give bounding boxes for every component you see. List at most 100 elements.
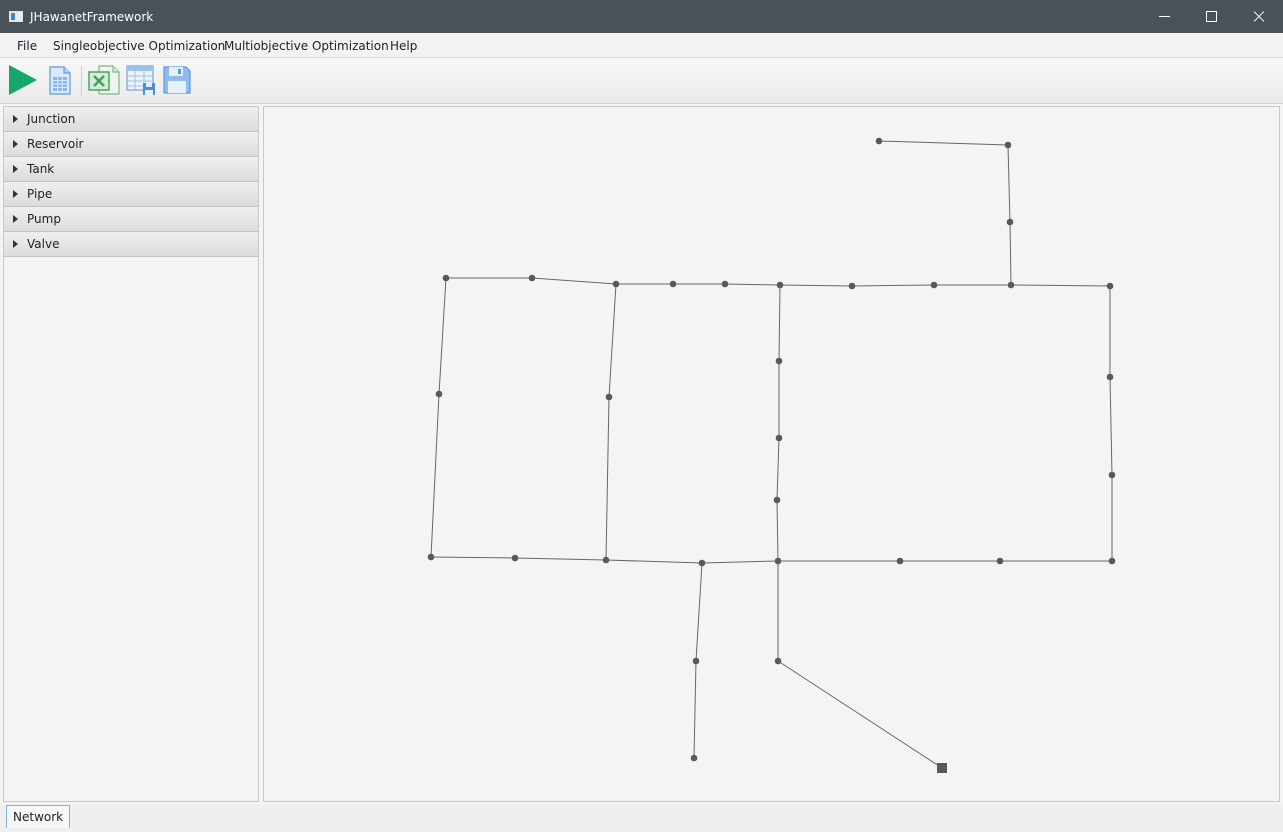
- toolbar-separator: [81, 66, 82, 96]
- junction-node[interactable]: [1004, 141, 1012, 149]
- junction-node[interactable]: [698, 559, 706, 567]
- pipe-link[interactable]: [430, 393, 440, 558]
- junction-node[interactable]: [511, 554, 519, 562]
- menu-singleobjective-optimization[interactable]: Singleobjective Optimization: [53, 39, 225, 53]
- chevron-right-icon: [13, 215, 18, 223]
- junction-node[interactable]: [875, 137, 883, 145]
- pipe-link[interactable]: [1109, 376, 1113, 476]
- pipe-link[interactable]: [430, 556, 516, 559]
- pipe-link[interactable]: [608, 283, 617, 398]
- junction-node[interactable]: [896, 557, 904, 565]
- pipe-link[interactable]: [605, 559, 703, 564]
- title-bar: JHawanetFramework: [0, 0, 1283, 33]
- run-button[interactable]: [5, 63, 39, 97]
- menu-bar: File Singleobjective Optimization Multio…: [0, 33, 1283, 58]
- pipe-link[interactable]: [778, 284, 781, 362]
- app-icon: [9, 11, 23, 22]
- pipe-link[interactable]: [1010, 284, 1111, 287]
- junction-node[interactable]: [1108, 471, 1116, 479]
- junction-node[interactable]: [774, 657, 782, 665]
- accordion-label: Pipe: [27, 187, 53, 201]
- menu-file[interactable]: File: [17, 39, 37, 53]
- junction-node[interactable]: [528, 274, 536, 282]
- accordion-label: Valve: [27, 237, 60, 251]
- accordion-junction[interactable]: Junction: [4, 107, 258, 132]
- floppy-disk-icon: [163, 66, 191, 94]
- junction-node[interactable]: [602, 556, 610, 564]
- export-excel-button[interactable]: [87, 63, 121, 97]
- chevron-right-icon: [13, 165, 18, 173]
- element-sidebar: Junction Reservoir Tank Pipe Pump Valve: [3, 106, 259, 802]
- pipe-link[interactable]: [779, 284, 853, 287]
- junction-node[interactable]: [1108, 557, 1116, 565]
- pipe-link[interactable]: [701, 560, 779, 564]
- chevron-right-icon: [13, 240, 18, 248]
- pipe-link[interactable]: [438, 277, 447, 395]
- junction-node[interactable]: [776, 281, 784, 289]
- tab-network[interactable]: Network: [6, 805, 71, 828]
- pipe-link[interactable]: [776, 437, 780, 501]
- chevron-right-icon: [13, 140, 18, 148]
- accordion-pump[interactable]: Pump: [4, 207, 258, 232]
- reservoir-node[interactable]: [937, 763, 947, 773]
- chevron-right-icon: [13, 115, 18, 123]
- junction-node[interactable]: [442, 274, 450, 282]
- pipe-link[interactable]: [695, 562, 703, 662]
- accordion-tank[interactable]: Tank: [4, 157, 258, 182]
- pipe-link[interactable]: [851, 284, 935, 287]
- junction-node[interactable]: [1106, 282, 1114, 290]
- accordion-valve[interactable]: Valve: [4, 232, 258, 257]
- close-button[interactable]: [1235, 0, 1281, 33]
- junction-node[interactable]: [774, 557, 782, 565]
- accordion-label: Junction: [27, 112, 76, 126]
- table-save-icon: [126, 65, 155, 95]
- pipe-link[interactable]: [605, 396, 610, 561]
- pipe-link[interactable]: [531, 277, 617, 285]
- window-title: JHawanetFramework: [30, 10, 154, 24]
- junction-node[interactable]: [773, 496, 781, 504]
- toolbar: [0, 58, 1283, 104]
- junction-node[interactable]: [1006, 218, 1014, 226]
- minimize-button[interactable]: [1141, 0, 1187, 33]
- spreadsheet-document-icon: [49, 66, 71, 95]
- menu-help[interactable]: Help: [390, 39, 417, 53]
- chevron-right-icon: [13, 190, 18, 198]
- pipe-link[interactable]: [514, 557, 607, 561]
- save-button[interactable]: [160, 63, 194, 97]
- pipe-link[interactable]: [777, 660, 943, 769]
- menu-multiobjective-optimization[interactable]: Multiobjective Optimization: [224, 39, 389, 53]
- pipe-link[interactable]: [724, 283, 781, 286]
- junction-node[interactable]: [930, 281, 938, 289]
- network-canvas[interactable]: [263, 106, 1280, 802]
- pipe-link[interactable]: [878, 140, 1009, 146]
- junction-node[interactable]: [848, 282, 856, 290]
- junction-node[interactable]: [427, 553, 435, 561]
- network-graph[interactable]: [264, 107, 1279, 801]
- tab-bar: Network: [0, 804, 1283, 832]
- junction-node[interactable]: [690, 754, 698, 762]
- junction-node[interactable]: [775, 357, 783, 365]
- excel-icon: [88, 65, 120, 95]
- pipe-link[interactable]: [693, 660, 697, 759]
- junction-node[interactable]: [996, 557, 1004, 565]
- accordion-label: Reservoir: [27, 137, 84, 151]
- junction-node[interactable]: [669, 280, 677, 288]
- junction-node[interactable]: [721, 280, 729, 288]
- results-table-button[interactable]: [43, 63, 77, 97]
- junction-node[interactable]: [1106, 373, 1114, 381]
- table-save-button[interactable]: [124, 63, 158, 97]
- junction-node[interactable]: [612, 280, 620, 288]
- junction-node[interactable]: [435, 390, 443, 398]
- accordion-reservoir[interactable]: Reservoir: [4, 132, 258, 157]
- maximize-button[interactable]: [1188, 0, 1234, 33]
- junction-node[interactable]: [692, 657, 700, 665]
- junction-node[interactable]: [605, 393, 613, 401]
- junction-node[interactable]: [775, 434, 783, 442]
- play-icon: [9, 65, 37, 95]
- pipe-link[interactable]: [1007, 144, 1011, 223]
- pipe-link[interactable]: [1009, 221, 1012, 286]
- junction-node[interactable]: [1007, 281, 1015, 289]
- accordion-pipe[interactable]: Pipe: [4, 182, 258, 207]
- accordion-label: Pump: [27, 212, 61, 226]
- pipe-link[interactable]: [776, 499, 779, 562]
